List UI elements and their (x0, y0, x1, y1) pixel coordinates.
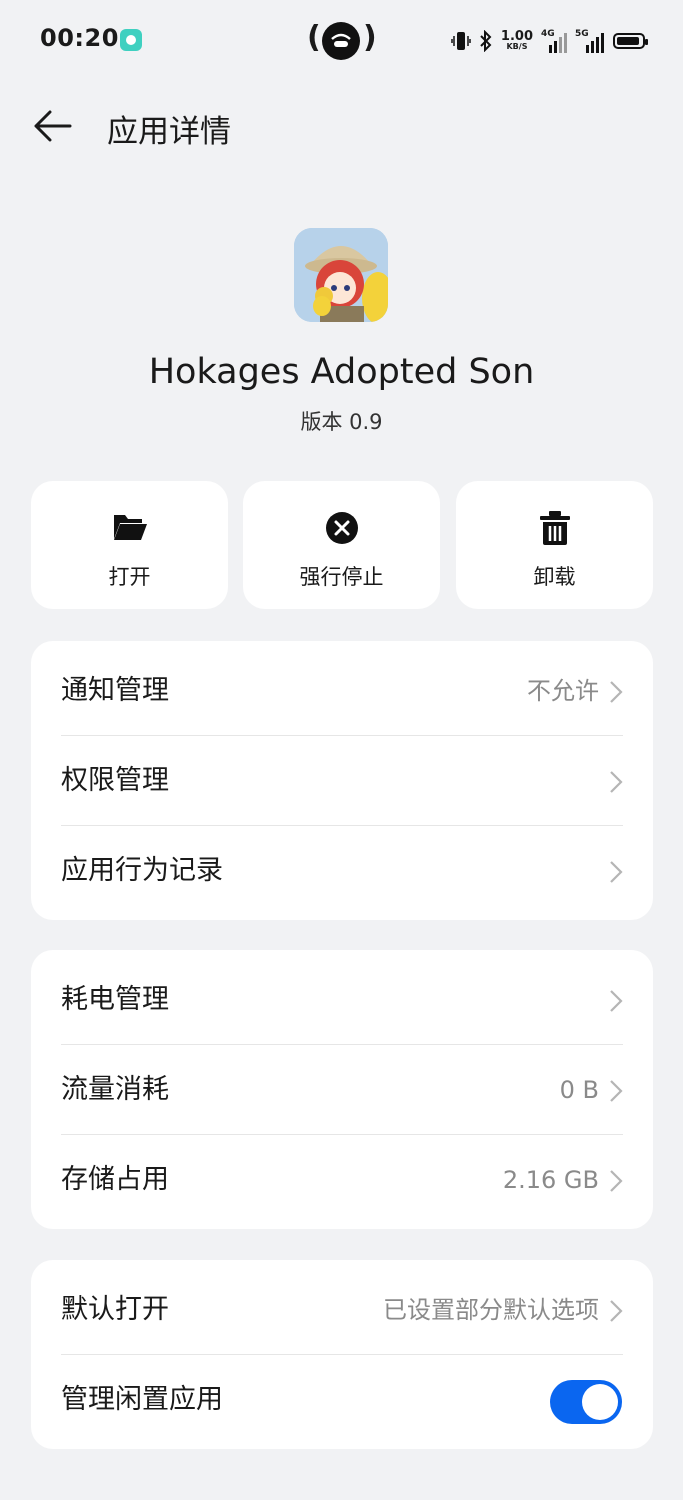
row-label: 默认打开 (61, 1294, 169, 1325)
app-notification-icon (120, 29, 142, 51)
chevron-right-icon (610, 1170, 623, 1192)
chevron-right-icon (610, 861, 623, 883)
app-version: 版本 0.9 (300, 410, 383, 434)
page-title: 应用详情 (107, 114, 231, 150)
force-stop-button[interactable]: 强行停止 (243, 481, 440, 609)
open-button-label: 打开 (108, 565, 151, 589)
app-icon (294, 228, 388, 322)
chevron-right-icon (610, 1080, 623, 1102)
row-storage-usage[interactable]: 存储占用 2.16 GB (31, 1135, 653, 1225)
status-time: 00:20 (40, 24, 119, 52)
back-button[interactable] (30, 104, 76, 150)
row-label: 管理闲置应用 (61, 1384, 223, 1415)
hotspot-indicator: ( ) (305, 18, 377, 62)
vibrate-icon (451, 32, 471, 50)
row-default-open[interactable]: 默认打开 已设置部分默认选项 (31, 1265, 653, 1355)
trash-icon (539, 511, 570, 545)
open-button[interactable]: 打开 (31, 481, 228, 609)
chevron-right-icon (610, 990, 623, 1012)
row-label: 应用行为记录 (61, 855, 223, 886)
row-label: 通知管理 (61, 675, 169, 706)
signal-5g-icon: 5G (575, 29, 605, 53)
idle-apps-toggle[interactable] (550, 1380, 622, 1424)
row-label: 权限管理 (61, 765, 169, 796)
network-speed: 1.00 KB/S (500, 28, 533, 51)
hotspot-icon (322, 22, 360, 60)
folder-open-icon (113, 515, 147, 540)
app-name: Hokages Adopted Son (148, 352, 535, 392)
arrow-left-icon (34, 110, 72, 142)
settings-group-defaults: 默认打开 已设置部分默认选项 管理闲置应用 (31, 1260, 653, 1449)
row-app-behavior-log[interactable]: 应用行为记录 (31, 826, 653, 916)
row-manage-idle-apps: 管理闲置应用 (31, 1355, 653, 1445)
row-label: 存储占用 (61, 1164, 169, 1195)
status-bar: 00:20 ( ) 1.00 KB/S 4G 5G (0, 0, 683, 80)
row-notification-management[interactable]: 通知管理 不允许 (31, 646, 653, 736)
uninstall-button-label: 卸载 (533, 565, 576, 589)
chevron-right-icon (610, 771, 623, 793)
close-circle-icon (325, 512, 358, 544)
header: 应用详情 (0, 90, 683, 162)
row-value: 0 B (559, 1076, 599, 1104)
chevron-right-icon (610, 681, 623, 703)
force-stop-button-label: 强行停止 (299, 565, 384, 589)
row-label: 耗电管理 (61, 984, 169, 1015)
row-permission-management[interactable]: 权限管理 (31, 736, 653, 826)
row-label: 流量消耗 (61, 1074, 169, 1105)
action-bar: 打开 强行停止 卸载 (31, 481, 653, 609)
row-value: 已设置部分默认选项 (383, 1296, 599, 1324)
row-battery-management[interactable]: 耗电管理 (31, 955, 653, 1045)
battery-icon (613, 33, 648, 49)
uninstall-button[interactable]: 卸载 (456, 481, 653, 609)
status-indicators: 1.00 KB/S 4G 5G (451, 26, 648, 56)
signal-4g-icon: 4G (541, 29, 567, 53)
row-data-usage[interactable]: 流量消耗 0 B (31, 1045, 653, 1135)
settings-group-permissions: 通知管理 不允许 权限管理 应用行为记录 (31, 641, 653, 920)
row-value: 2.16 GB (502, 1166, 599, 1194)
settings-group-resources: 耗电管理 流量消耗 0 B 存储占用 2.16 GB (31, 950, 653, 1229)
chevron-right-icon (610, 1300, 623, 1322)
bluetooth-icon (480, 30, 492, 52)
row-value: 不允许 (527, 677, 599, 705)
